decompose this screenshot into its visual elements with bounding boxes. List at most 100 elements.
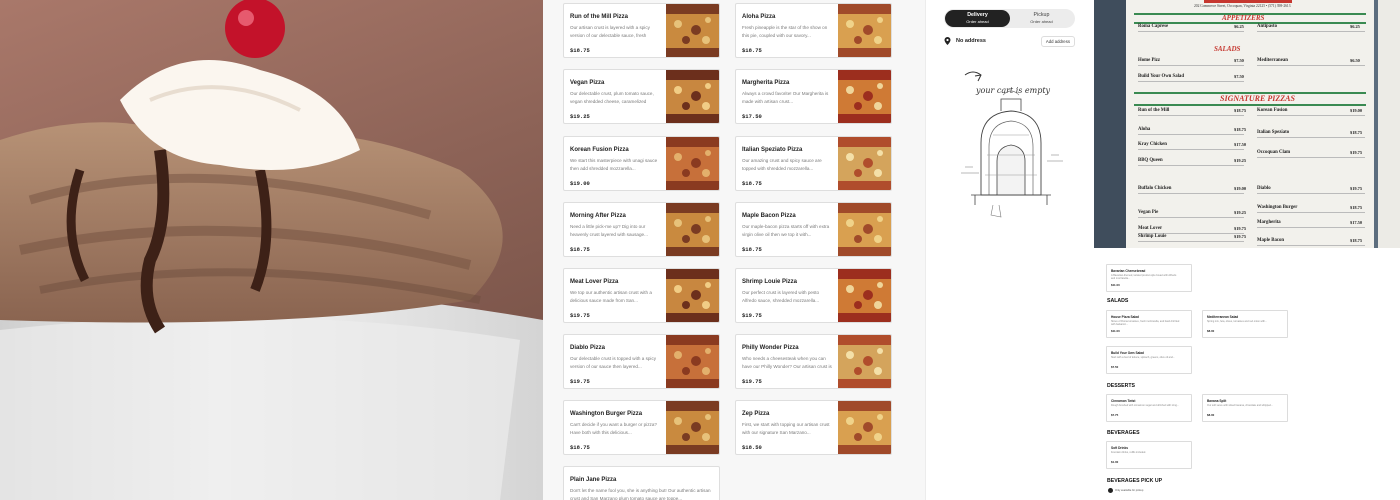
menu-item-name: Diablo Pizza	[570, 345, 606, 351]
mini-section-beverages: BEVERAGES	[1107, 430, 1140, 436]
menu-photo-desc-line	[1257, 137, 1365, 138]
menu-item-price: $18.75	[742, 47, 762, 54]
menu-photo-item: Roma Caprese	[1138, 24, 1169, 29]
menu-address: 202 Commerce Street, Occoquan, Virginia …	[1194, 4, 1291, 8]
menu-item-card[interactable]: Italian Spezіato Pizza Our amazing crust …	[735, 136, 892, 191]
menu-photo-desc-line	[1257, 115, 1365, 116]
mini-card-price: $8.00	[1207, 413, 1215, 417]
menu-section-signature: SIGNATURE PIZZAS	[1220, 94, 1295, 103]
menu-item-photo	[666, 401, 719, 454]
menu-photo-price: $19.25	[1234, 158, 1247, 163]
menu-item-card[interactable]: Washington Burger Pizza Can't decide if y…	[563, 400, 720, 455]
empty-cart-text: your cart is empty	[975, 86, 1051, 95]
menu-item-name: Aloha Pizza	[742, 14, 776, 20]
mini-card-salad-2[interactable]: Mediterranean Salad Spring mix, feta, ol…	[1202, 310, 1288, 338]
mini-card-desc: Our soft serve with sliced banana, choco…	[1207, 404, 1274, 407]
menu-item-photo	[838, 269, 891, 322]
menu-item-card[interactable]: Meat Lover Pizza We top our authentic art…	[563, 268, 720, 323]
mini-card-dessert-2[interactable]: Banana Split Our soft serve with sliced …	[1202, 394, 1288, 422]
mini-card-dessert-1[interactable]: Cinnamon Twist Dough brushed with cinnam…	[1106, 394, 1192, 422]
menu-item-name: Zep Pizza	[742, 411, 770, 417]
pickup-label: Pickup	[1033, 12, 1050, 18]
menu-photo-item: Vegan Pie	[1138, 210, 1159, 215]
menu-photo-item: BBQ Queen	[1138, 158, 1163, 163]
menu-photo-desc-line	[1138, 241, 1244, 242]
menu-item-photo	[838, 4, 891, 57]
menu-photo-price: $19.75	[1234, 234, 1247, 239]
menu-photo-item: Mediterranean	[1257, 58, 1288, 63]
menu-item-card[interactable]: Morning After Pizza Need a little pick-me…	[563, 202, 720, 257]
menu-item-card[interactable]: Maple Bacon Pizza Our maple-bacon pizza s…	[735, 202, 892, 257]
menu-photo-item: Kray Chicken	[1138, 142, 1167, 147]
add-address-button[interactable]: Add address	[1040, 36, 1075, 47]
menu-item-card[interactable]: Aloha Pizza Fresh pineapple is the star o…	[735, 3, 892, 58]
pickup-option[interactable]: Pickup Order ahead	[1009, 10, 1074, 27]
menu-photo-price: $19.75	[1350, 150, 1363, 155]
mini-card-salad-3[interactable]: Build Your Own Salad Start with a bed of…	[1106, 346, 1192, 374]
menu-photo-desc-line	[1138, 165, 1244, 166]
menu-item-description: Our perfect crust is layered with pesto …	[742, 290, 820, 303]
menu-item-price: $18.50	[742, 444, 762, 451]
menu-photo-desc-line	[1257, 227, 1365, 228]
menu-photo-desc-line	[1138, 217, 1244, 218]
menu-photo-desc-line	[1138, 115, 1244, 116]
menu-item-card[interactable]: Vegan Pizza Our delectable crust, plum to…	[563, 69, 720, 124]
menu-item-card[interactable]: Shrimp Louie Pizza Our perfect crust is l…	[735, 268, 892, 323]
order-mode-toggle[interactable]: Delivery Order ahead Pickup Order ahead	[944, 9, 1075, 28]
menu-item-price: $19.75	[570, 378, 590, 385]
menu-item-price: $19.00	[570, 180, 590, 187]
menu-item-price: $18.75	[570, 47, 590, 54]
delivery-option[interactable]: Delivery Order ahead	[945, 10, 1010, 27]
menu-photo-price: $6.25	[1350, 24, 1360, 29]
menu-item-card[interactable]: Diablo Pizza Our delectable crust is topp…	[563, 334, 720, 389]
menu-photo-price: $19.75	[1350, 186, 1363, 191]
menu-item-photo	[838, 70, 891, 123]
menu-item-name: Shrimp Louie Pizza	[742, 279, 798, 285]
pickup-toggle-icon[interactable]	[1108, 488, 1113, 493]
mini-card-price: $7.75	[1111, 413, 1119, 417]
menu-photo-desc-line	[1138, 65, 1244, 66]
menu-photo-price: $17.50	[1350, 220, 1363, 225]
menu-photo-desc-line	[1138, 31, 1244, 32]
mini-card-salad-1[interactable]: House Pizza Salad Slices of Roma tomatoe…	[1106, 310, 1192, 338]
menu-item-card[interactable]: Plain Jane Pizza Don't let the name fool …	[563, 466, 720, 500]
mini-card-title: House Pizza Salad	[1111, 315, 1139, 319]
mini-section-desserts: DESSERTS	[1107, 383, 1135, 389]
pickup-sublabel: Order ahead	[1030, 19, 1053, 24]
menu-photo-desc-line	[1138, 193, 1244, 194]
mini-card-desc: Start with a bed of lettuce, spinach, gr…	[1111, 356, 1175, 359]
menu-item-description: Who needs a cheesesteak when you can hav…	[742, 356, 832, 369]
menu-photo-item: Washington Burger	[1257, 205, 1298, 210]
menu-photo-item: Home Pizz	[1138, 58, 1160, 63]
mini-card-title: Build Your Own Salad	[1111, 351, 1144, 355]
mini-card-price: $11.00	[1111, 283, 1120, 287]
menu-item-card[interactable]: Run of the Mill Pizza Our artisan crust i…	[563, 3, 720, 58]
menu-item-card[interactable]: Zep Pizza First, we start with topping ou…	[735, 400, 892, 455]
menu-item-card[interactable]: Margherita Pizza Always a crowd favorite!…	[735, 69, 892, 124]
menu-photo-desc-line	[1257, 65, 1365, 66]
address-row: No address Add address	[944, 36, 1075, 47]
menu-item-description: Fresh pineapple is the star of the show …	[742, 25, 828, 38]
menu-photo-item: Korean Fusion	[1257, 108, 1288, 113]
menu-photo-desc-line	[1138, 81, 1244, 82]
mini-card-cheesebread[interactable]: Bavarian Cheesebread A Bavarian-themed, …	[1106, 264, 1192, 292]
menu-item-photo	[666, 269, 719, 322]
menu-photo-price: $6.25	[1234, 24, 1244, 29]
menu-item-photo	[666, 203, 719, 256]
menu-paper	[1126, 0, 1374, 248]
menu-item-card[interactable]: Korean Fusion Pizza We start this masterp…	[563, 136, 720, 191]
menu-item-name: Maple Bacon Pizza	[742, 213, 796, 219]
menu-item-card[interactable]: Philly Wonder Pizza Who needs a cheeseste…	[735, 334, 892, 389]
menu-photo-price: $19.25	[1234, 210, 1247, 215]
menu-photo-desc-line	[1257, 157, 1365, 158]
mini-card-beverage-1[interactable]: Soft Drinks Fountain drinks, refills inc…	[1106, 441, 1192, 469]
pickup-note: Only available for pickup	[1115, 489, 1144, 492]
blank-strip	[1306, 252, 1400, 500]
menu-photo-price: $18.75	[1350, 205, 1363, 210]
menu-item-name: Run of the Mill Pizza	[570, 14, 628, 20]
menu-photo-price: $19.00	[1234, 186, 1247, 191]
menu-item-photo	[838, 335, 891, 388]
menu-photo-desc-line	[1138, 134, 1244, 135]
delivery-label: Delivery	[967, 12, 988, 18]
menu-photo-item: Run of the Mill	[1138, 108, 1170, 113]
